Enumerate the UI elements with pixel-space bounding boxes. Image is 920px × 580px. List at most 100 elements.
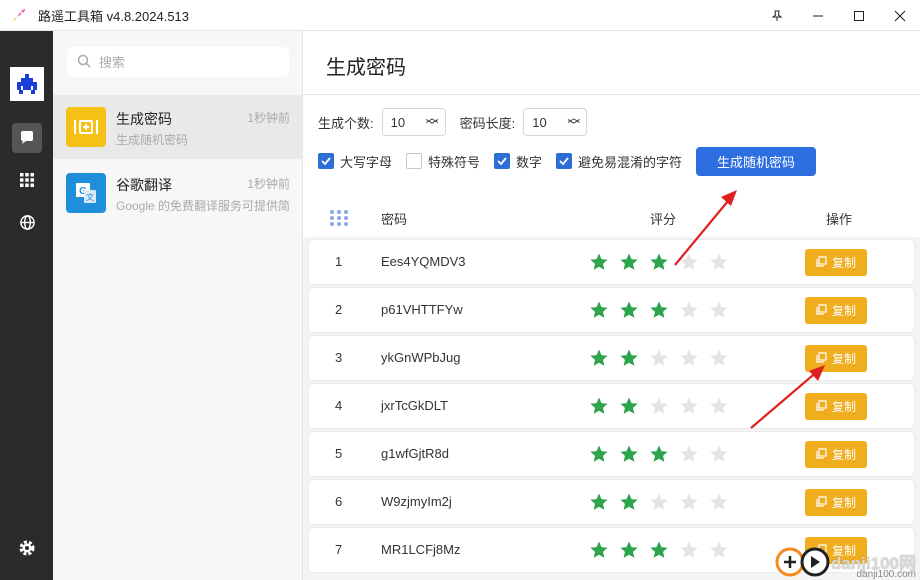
close-button[interactable] bbox=[879, 0, 920, 31]
row-index: 7 bbox=[335, 542, 343, 557]
copy-icon bbox=[816, 399, 832, 414]
count-label: 生成个数: bbox=[318, 115, 374, 131]
star-empty-icon bbox=[679, 252, 709, 275]
copy-button[interactable]: 复制 bbox=[805, 441, 867, 468]
spinner-arrows-icon[interactable]: ︿ ﹀ bbox=[567, 111, 580, 132]
table-body: 1 Ees4YQMDV3 复制 2 p61VHTTFYw 复制 3 ykGnWPbJug 复制 4… bbox=[303, 237, 920, 580]
title-bar: 路遥工具箱 v4.8.2024.513 bbox=[0, 0, 920, 31]
checkbox-checked-icon[interactable] bbox=[318, 153, 334, 169]
star-filled-icon bbox=[619, 540, 649, 563]
tool-item-translate[interactable]: G文 谷歌翻译 Google 的免费翻译服务可提供简 1秒钟前 bbox=[53, 161, 303, 225]
pin-icon[interactable] bbox=[756, 0, 797, 31]
star-filled-icon bbox=[589, 492, 619, 515]
star-empty-icon bbox=[709, 252, 739, 275]
row-password: W9zjmyIm2j bbox=[381, 494, 452, 509]
tool-list-panel: 生成密码 生成随机密码 1秒钟前 G文 谷歌翻译 Google 的免费翻译服务可… bbox=[53, 31, 303, 580]
search-icon bbox=[77, 54, 91, 71]
search-box[interactable] bbox=[67, 47, 289, 77]
tool-description: Google 的免费翻译服务可提供简 bbox=[116, 199, 291, 213]
star-empty-icon bbox=[649, 396, 679, 419]
star-filled-icon bbox=[589, 396, 619, 419]
globe-icon[interactable] bbox=[12, 207, 42, 237]
star-filled-icon bbox=[589, 444, 619, 467]
spinner-arrows-icon[interactable]: ︿ ﹀ bbox=[426, 111, 439, 132]
page-title: 生成密码 bbox=[326, 57, 406, 79]
minimize-button[interactable] bbox=[797, 0, 838, 31]
row-password: ykGnWPbJug bbox=[381, 350, 461, 365]
star-empty-icon bbox=[709, 492, 739, 515]
copy-button[interactable]: 复制 bbox=[805, 345, 867, 372]
star-filled-icon bbox=[649, 252, 679, 275]
nav-rail bbox=[0, 31, 53, 580]
option-uppercase[interactable]: 大写字母 bbox=[318, 152, 392, 171]
star-filled-icon bbox=[619, 252, 649, 275]
app-logo-icon bbox=[10, 67, 44, 101]
option-label: 大写字母 bbox=[340, 154, 393, 170]
copy-button[interactable]: 复制 bbox=[805, 249, 867, 276]
option-special-chars[interactable]: 特殊符号 bbox=[406, 152, 480, 171]
copy-button[interactable]: 复制 bbox=[805, 297, 867, 324]
score-rating bbox=[589, 540, 739, 563]
score-rating bbox=[589, 300, 739, 323]
table-row: 3 ykGnWPbJug 复制 bbox=[309, 336, 914, 380]
tool-name: 生成密码 bbox=[116, 111, 172, 127]
star-filled-icon bbox=[619, 492, 649, 515]
star-filled-icon bbox=[619, 396, 649, 419]
copy-button[interactable]: 复制 bbox=[805, 489, 867, 516]
row-index: 4 bbox=[335, 398, 343, 413]
score-rating bbox=[589, 492, 739, 515]
maximize-button[interactable] bbox=[838, 0, 879, 31]
star-empty-icon bbox=[709, 444, 739, 467]
table-row: 5 g1wfGjtR8d 复制 bbox=[309, 432, 914, 476]
star-filled-icon bbox=[619, 300, 649, 323]
length-stepper[interactable]: 10 ︿ ﹀ bbox=[523, 108, 588, 136]
star-empty-icon bbox=[679, 300, 709, 323]
score-rating bbox=[589, 396, 739, 419]
password-tool-icon bbox=[66, 107, 106, 147]
table-row: 6 W9zjmyIm2j 复制 bbox=[309, 480, 914, 524]
star-empty-icon bbox=[649, 348, 679, 371]
translate-tool-icon: G文 bbox=[66, 173, 106, 213]
score-rating bbox=[589, 252, 739, 275]
column-header-action: 操作 bbox=[826, 211, 853, 227]
column-header-password: 密码 bbox=[381, 211, 408, 227]
copy-label: 复制 bbox=[831, 496, 856, 510]
divider bbox=[303, 94, 920, 95]
row-password: Ees4YQMDV3 bbox=[381, 254, 466, 269]
checkbox-checked-icon[interactable] bbox=[556, 153, 573, 169]
copy-icon bbox=[816, 495, 832, 510]
copy-label: 复制 bbox=[831, 256, 856, 270]
option-label: 数字 bbox=[516, 154, 543, 170]
column-settings-icon[interactable] bbox=[329, 209, 349, 230]
main-panel: 生成密码 生成个数: 10 ︿ ﹀ 密码长度: 10 ︿ ﹀ 大写字母 特殊符号 数… bbox=[303, 31, 920, 580]
table-row: 2 p61VHTTFYw 复制 bbox=[309, 288, 914, 332]
chat-icon[interactable] bbox=[12, 123, 42, 153]
checkbox-checked-icon[interactable] bbox=[494, 153, 511, 169]
svg-text:文: 文 bbox=[86, 192, 94, 202]
apps-grid-icon[interactable] bbox=[12, 165, 42, 195]
option-digits[interactable]: 数字 bbox=[494, 152, 542, 171]
star-empty-icon bbox=[679, 444, 709, 467]
tool-item-password[interactable]: 生成密码 生成随机密码 1秒钟前 bbox=[53, 95, 303, 159]
star-filled-icon bbox=[649, 300, 679, 323]
row-password: MR1LCFj8Mz bbox=[381, 542, 461, 557]
search-input[interactable] bbox=[99, 54, 279, 70]
star-empty-icon bbox=[709, 396, 739, 419]
copy-label: 复制 bbox=[831, 352, 856, 366]
option-avoid-confusing[interactable]: 避免易混淆的字符 bbox=[556, 152, 682, 171]
star-filled-icon bbox=[649, 540, 679, 563]
settings-gear-icon[interactable] bbox=[12, 533, 42, 563]
star-filled-icon bbox=[589, 252, 619, 275]
generate-password-button[interactable]: 生成随机密码 bbox=[696, 146, 817, 176]
star-filled-icon bbox=[649, 444, 679, 467]
row-password: p61VHTTFYw bbox=[381, 302, 463, 317]
tool-name: 谷歌翻译 bbox=[116, 177, 172, 193]
star-empty-icon bbox=[679, 540, 709, 563]
checkbox-unchecked-icon[interactable] bbox=[406, 153, 423, 169]
count-stepper[interactable]: 10 ︿ ﹀ bbox=[381, 108, 446, 136]
copy-label: 复制 bbox=[831, 400, 856, 414]
tool-description: 生成随机密码 bbox=[116, 133, 189, 147]
option-label: 避免易混淆的字符 bbox=[578, 154, 683, 170]
copy-button[interactable]: 复制 bbox=[805, 393, 867, 420]
length-label: 密码长度: bbox=[459, 115, 516, 131]
